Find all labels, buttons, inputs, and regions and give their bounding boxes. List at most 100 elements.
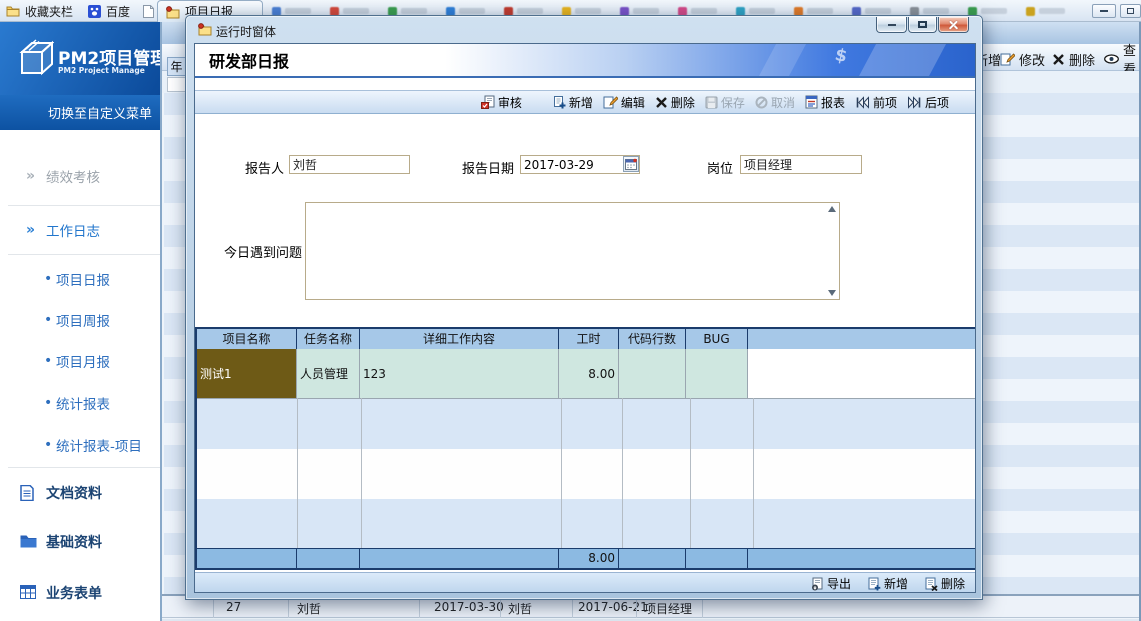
bullet-icon: • bbox=[44, 271, 56, 287]
delete-row-button[interactable]: 删除 bbox=[924, 575, 965, 592]
next-item-button[interactable]: 后项 bbox=[907, 94, 949, 111]
edit-button[interactable]: 编辑 bbox=[603, 94, 645, 111]
form-title: 研发部日报 bbox=[209, 48, 289, 72]
add-row-button[interactable]: 新增 bbox=[867, 575, 908, 592]
cell-task[interactable]: 人员管理 bbox=[297, 349, 360, 398]
problems-textarea[interactable] bbox=[306, 203, 826, 299]
cell-bug[interactable] bbox=[686, 349, 748, 398]
textarea-scrollbar[interactable] bbox=[826, 203, 839, 299]
sidebar-item-work-log[interactable]: » 工作日志 bbox=[0, 220, 160, 240]
cell-date2: 2017-06-21 bbox=[578, 600, 648, 614]
cell-detail[interactable]: 123 bbox=[360, 349, 559, 398]
button-label: 前项 bbox=[873, 94, 897, 111]
cell-id: 27 bbox=[226, 600, 241, 614]
gridline bbox=[753, 398, 754, 548]
calendar-picker-button[interactable] bbox=[623, 156, 639, 172]
summary-cell bbox=[686, 549, 748, 568]
scroll-down-icon[interactable] bbox=[828, 290, 836, 296]
sidebar-item-project-monthly[interactable]: • 项目月报 bbox=[0, 351, 160, 371]
button-label: 取消 bbox=[771, 94, 795, 111]
position-field[interactable] bbox=[740, 155, 862, 174]
button-label: 删除 bbox=[1069, 50, 1095, 69]
year-column-header[interactable]: 年 bbox=[167, 57, 186, 76]
summary-cell bbox=[748, 549, 975, 568]
grid-header-row: 项目名称 任务名称 详细工作内容 工时 代码行数 BUG bbox=[197, 329, 975, 349]
sidebar-item-base-data[interactable]: 基础资料 bbox=[0, 532, 160, 552]
divider bbox=[8, 467, 160, 468]
switch-menu-button[interactable]: 切换至自定义菜单 bbox=[0, 95, 160, 130]
document-icon bbox=[20, 485, 36, 501]
column-header-hours[interactable]: 工时 bbox=[559, 329, 619, 349]
button-label: 审核 bbox=[498, 94, 522, 111]
report-button[interactable]: 报表 bbox=[805, 94, 845, 111]
summary-total-hours: 8.00 bbox=[559, 549, 619, 568]
view-button[interactable]: 查看 bbox=[1104, 49, 1139, 69]
sidebar-item-performance[interactable]: » 绩效考核 bbox=[0, 166, 160, 186]
sidebar-item-label: 基础资料 bbox=[46, 532, 102, 552]
column-header-bug[interactable]: BUG bbox=[686, 329, 748, 349]
column-header-project[interactable]: 项目名称 bbox=[197, 329, 297, 349]
favorites-folder-item[interactable]: 收藏夹栏 bbox=[6, 0, 73, 22]
chevron-right-icon: » bbox=[26, 168, 46, 184]
report-date-field[interactable] bbox=[520, 155, 640, 174]
sidebar-item-documents[interactable]: 文档资料 bbox=[0, 483, 160, 503]
sidebar-item-project-weekly[interactable]: • 项目周报 bbox=[0, 310, 160, 330]
blank-page-bookmark[interactable] bbox=[143, 0, 154, 22]
minimize-window-button[interactable] bbox=[1092, 4, 1116, 18]
screen: 收藏夹栏 百度 项目日报 bbox=[0, 0, 1141, 621]
sidebar-item-stats-report-project[interactable]: • 统计报表-项目 bbox=[0, 435, 160, 455]
summary-cell bbox=[197, 549, 297, 568]
column-header-detail[interactable]: 详细工作内容 bbox=[360, 329, 559, 349]
baidu-bookmark[interactable]: 百度 bbox=[88, 0, 130, 22]
sidebar-item-project-daily[interactable]: • 项目日报 bbox=[0, 269, 160, 289]
button-label: 编辑 bbox=[621, 94, 645, 111]
cell-reporter: 刘哲 bbox=[297, 600, 321, 617]
modal-minimize-button[interactable] bbox=[876, 17, 907, 33]
cell-project-selected[interactable]: 测试1 bbox=[197, 349, 297, 398]
modify-button[interactable]: 修改 bbox=[1000, 49, 1045, 69]
modal-title-bar[interactable]: 运行时窗体 bbox=[186, 16, 982, 43]
sidebar-item-stats-report[interactable]: • 统计报表 bbox=[0, 393, 160, 413]
delete-button[interactable]: 删除 bbox=[655, 94, 695, 111]
scroll-up-icon[interactable] bbox=[828, 206, 836, 212]
cell-hours[interactable]: 8.00 bbox=[559, 349, 619, 398]
add-button[interactable]: 新增 bbox=[552, 94, 593, 111]
column-header-empty[interactable] bbox=[748, 329, 975, 349]
delete-button[interactable]: 删除 bbox=[1052, 49, 1095, 69]
maximize-window-button[interactable] bbox=[1120, 4, 1141, 18]
favorites-bar-item[interactable] bbox=[1026, 6, 1065, 16]
previous-item-button[interactable]: 前项 bbox=[855, 94, 897, 111]
column-header-task[interactable]: 任务名称 bbox=[297, 329, 360, 349]
cancel-button[interactable]: 取消 bbox=[755, 94, 795, 111]
sidebar-item-label: 绩效考核 bbox=[46, 166, 100, 186]
cell-code-lines[interactable] bbox=[619, 349, 686, 398]
form-title-banner: 研发部日报 bbox=[195, 44, 976, 78]
chevron-right-icon: » bbox=[26, 222, 46, 238]
modal-maximize-button[interactable] bbox=[908, 17, 937, 33]
favorites-label: 收藏夹栏 bbox=[25, 3, 73, 20]
sidebar-item-label: 项目日报 bbox=[56, 269, 110, 289]
work-items-grid: 项目名称 任务名称 详细工作内容 工时 代码行数 BUG 测试1 人员管理 12… bbox=[195, 327, 976, 570]
bullet-icon: • bbox=[44, 437, 56, 453]
year-filter-cell[interactable] bbox=[167, 77, 186, 92]
cell-empty[interactable] bbox=[748, 349, 975, 398]
edit-pencil-icon bbox=[1000, 52, 1015, 66]
column-header-code-lines[interactable]: 代码行数 bbox=[619, 329, 686, 349]
modal-content: 研发部日报 审核 新增 编辑 删除 bbox=[194, 43, 976, 593]
save-button[interactable]: 保存 bbox=[705, 94, 745, 111]
audit-button[interactable]: 审核 bbox=[481, 94, 522, 111]
report-date-field-group bbox=[520, 155, 640, 174]
button-label: 修改 bbox=[1019, 50, 1045, 69]
export-button[interactable]: 导出 bbox=[811, 575, 851, 592]
table-row[interactable]: 测试1 人员管理 123 8.00 bbox=[197, 349, 975, 399]
x-icon bbox=[1052, 53, 1065, 66]
modal-close-button[interactable] bbox=[938, 17, 969, 33]
paw-icon bbox=[88, 5, 101, 18]
button-label: 删除 bbox=[671, 94, 695, 111]
modal-toolbar: 审核 新增 编辑 删除 保存 bbox=[195, 90, 976, 114]
button-label: 后项 bbox=[925, 94, 949, 111]
reporter-field[interactable] bbox=[289, 155, 410, 174]
position-label: 岗位 bbox=[707, 158, 733, 177]
sidebar-item-business-forms[interactable]: 业务表单 bbox=[0, 583, 160, 603]
folder-icon bbox=[20, 534, 36, 550]
